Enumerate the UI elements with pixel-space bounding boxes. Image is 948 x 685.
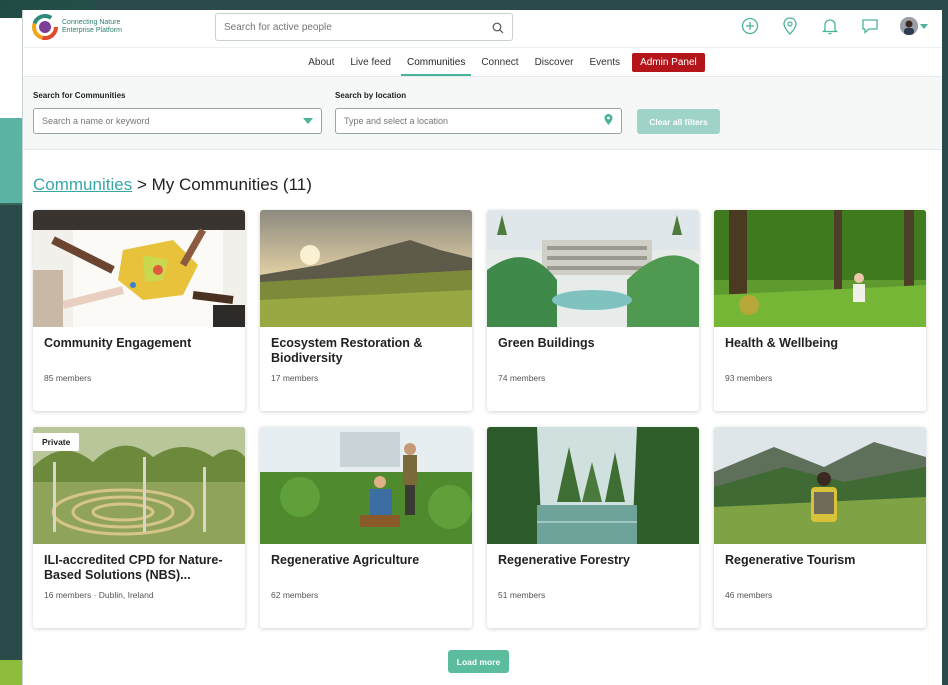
community-title[interactable]: Green Buildings [498,336,693,351]
logo-mark-icon [32,14,58,40]
dropdown-caret-icon[interactable] [303,112,313,130]
logo-line-2: Enterprise Platform [62,27,122,34]
location-pin-icon[interactable] [780,16,800,36]
community-image [487,427,699,544]
nav-about[interactable]: About [300,57,342,76]
community-members: 17 members [271,373,319,383]
community-card[interactable]: Community Engagement 85 members [33,210,245,411]
community-card[interactable]: Health & Wellbeing 93 members [714,210,926,411]
community-title[interactable]: Health & Wellbeing [725,336,920,351]
community-title[interactable]: Community Engagement [44,336,239,351]
clear-all-filters-button[interactable]: Clear all filters [637,109,720,134]
notification-bell-icon[interactable] [820,16,840,36]
nav-events[interactable]: Events [581,57,628,76]
nav-discover[interactable]: Discover [527,57,582,76]
load-more-button[interactable]: Load more [448,650,509,673]
top-actions [740,16,928,36]
people-search[interactable] [215,13,513,41]
filters-panel: Search for Communities Search a name or … [23,77,942,150]
location-search-label: Search by location [335,91,407,100]
community-title[interactable]: Regenerative Tourism [725,553,920,568]
community-image [260,210,472,327]
community-image [33,210,245,327]
community-members: 74 members [498,373,546,383]
chevron-down-icon [920,17,928,35]
community-members: 46 members [725,590,773,600]
breadcrumb-communities-link[interactable]: Communities [33,175,132,194]
top-bar: Connecting Nature Enterprise Platform [23,10,942,48]
community-members: 51 members [498,590,546,600]
communities-search-placeholder: Search a name or keyword [42,116,150,126]
platform-logo[interactable]: Connecting Nature Enterprise Platform [32,14,132,40]
community-members: 93 members [725,373,773,383]
location-search-field[interactable]: Type and select a location [335,108,622,134]
community-card[interactable]: Regenerative Tourism 46 members [714,427,926,628]
community-image [260,427,472,544]
community-title[interactable]: ILI-accredited CPD for Nature-Based Solu… [44,553,239,583]
community-card[interactable]: Ecosystem Restoration & Biodiversity 17 … [260,210,472,411]
private-badge: Private [33,433,80,451]
main-nav: About Live feed Communities Connect Disc… [23,48,942,77]
admin-panel-button[interactable]: Admin Panel [632,53,705,72]
background-window-accent [0,118,22,203]
community-card[interactable]: Green Buildings 74 members [487,210,699,411]
logo-line-1: Connecting Nature [62,19,121,26]
nav-connect[interactable]: Connect [473,57,526,76]
community-card[interactable]: Regenerative Agriculture 62 members [260,427,472,628]
avatar [900,17,918,35]
location-search-placeholder: Type and select a location [344,116,449,126]
add-circle-icon[interactable] [740,16,760,36]
community-members: 62 members [271,590,319,600]
community-image [714,210,926,327]
community-image [487,210,699,327]
community-card[interactable]: Regenerative Forestry 51 members [487,427,699,628]
messages-icon[interactable] [860,16,880,36]
communities-search-field[interactable]: Search a name or keyword [33,108,322,134]
background-window-accent-green [0,660,22,685]
nav-live-feed[interactable]: Live feed [342,57,399,76]
people-search-input[interactable] [224,21,492,33]
community-title[interactable]: Regenerative Agriculture [271,553,466,568]
nav-communities[interactable]: Communities [399,57,473,76]
community-card[interactable]: Private ILI-accredited CPD for Nature-Ba… [33,427,245,628]
communities-search-label: Search for Communities [33,91,126,100]
community-title[interactable]: Regenerative Forestry [498,553,693,568]
user-menu[interactable] [900,17,928,35]
community-title[interactable]: Ecosystem Restoration & Biodiversity [271,336,466,366]
browser-app-window: Connecting Nature Enterprise Platform Se… [22,10,942,685]
community-image [714,427,926,544]
community-members-location: 16 members · Dublin, Ireland [44,590,154,600]
community-members: 85 members [44,373,92,383]
search-icon[interactable] [492,21,504,34]
breadcrumb-current: My Communities (11) [151,175,312,194]
breadcrumb-separator: > [136,175,147,194]
location-pin-icon [604,112,613,130]
breadcrumb: Communities > My Communities (11) [33,175,312,195]
